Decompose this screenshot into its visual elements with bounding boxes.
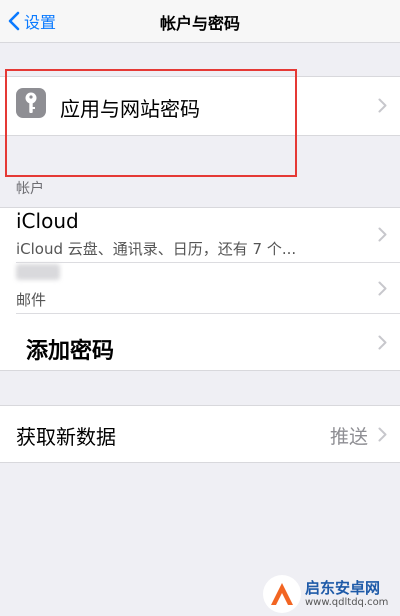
navigation-bar: 设置 帐户与密码 [0,0,400,43]
blurred-account-name [16,264,60,280]
watermark: 启东安卓网 www.qdltdq.com [263,572,400,616]
watermark-url: www.qdltdq.com [305,596,389,608]
chevron-right-icon [378,227,387,242]
watermark-logo-icon [263,575,301,613]
chevron-right-icon [378,427,387,442]
watermark-name: 启东安卓网 [305,579,381,598]
page-title: 帐户与密码 [159,14,240,33]
icloud-subtitle: iCloud 云盘、通讯录、日历，还有 7 个... [16,240,297,258]
fetch-value: 推送 [329,426,368,448]
fetch-label: 获取新数据 [16,425,116,449]
chevron-right-icon [378,335,387,350]
account-row-mail[interactable] [0,263,400,313]
chevron-right-icon [378,98,387,113]
watermark-text: 启东安卓网 www.qdltdq.com [305,580,388,608]
mail-subtitle: 邮件 [16,291,47,309]
icloud-title: iCloud [16,209,79,233]
add-password-label: 添加密码 [26,339,115,364]
highlight-annotation [5,69,297,177]
chevron-right-icon [378,281,387,296]
accounts-section-header: 帐户 [16,181,44,197]
